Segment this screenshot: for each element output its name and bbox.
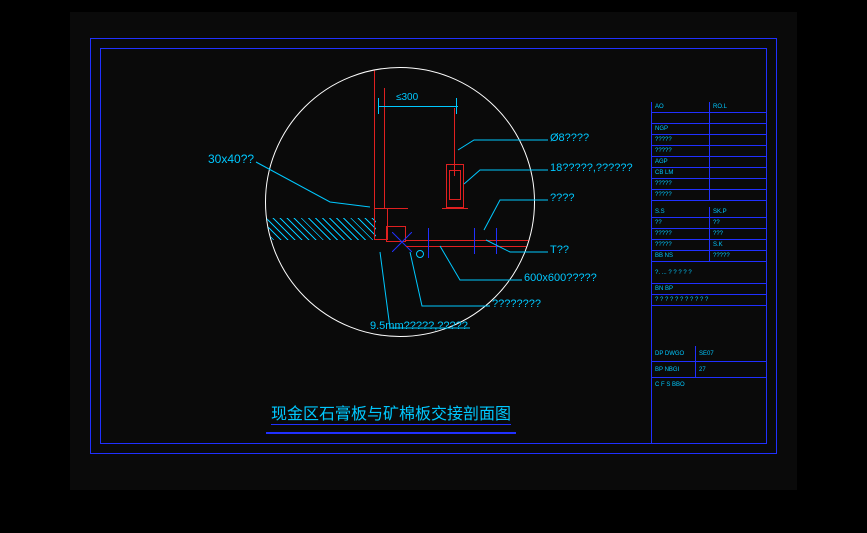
drawing-title: 现金区石膏板与矿棉板交接剖面图 [271, 406, 511, 423]
tb-cell [710, 190, 767, 200]
gypsum-hatch [266, 218, 376, 240]
hanger-fixture-inner [449, 170, 461, 200]
tb-sheet-label: BP NBGI [652, 362, 696, 377]
detail-phi-icon [416, 250, 424, 258]
junction-x-icon [392, 232, 412, 252]
tb-cell: ????? [652, 240, 710, 250]
dim-line-top [378, 106, 458, 107]
dimension-top: ≤300 [396, 92, 418, 103]
tb-cell [652, 113, 710, 123]
label-und: ???????? [492, 298, 541, 310]
hanger-base [442, 208, 468, 209]
tb-cell: AO [652, 102, 710, 112]
tb-cell: S.S [652, 207, 710, 217]
title-underline [266, 432, 516, 434]
tb-cell: ????? [710, 251, 767, 261]
tb-cell [710, 113, 767, 123]
ceiling-line [406, 240, 535, 241]
label-t: T?? [550, 244, 569, 256]
t-bar-tick [496, 228, 497, 254]
tb-cell [710, 168, 767, 178]
tb-cell: ????? [652, 146, 710, 156]
tb-mid-group: S.SSK.P ???? ???????? ?????S.K BB NS????… [652, 207, 767, 262]
label-600x600: 600x600????? [524, 272, 597, 284]
dim-tick [456, 98, 457, 114]
tb-cell: S.K [710, 240, 767, 250]
ceiling-line-2 [406, 246, 535, 247]
label-9p5: 9.5mm?????,????? [370, 320, 468, 332]
dim-tick [378, 98, 379, 114]
title-block: AORO.L NGP ????? ????? AGP CB LM ????? ?… [651, 102, 767, 444]
tick [428, 228, 429, 258]
label-30x40: 30x40?? [208, 152, 254, 166]
tb-cell: NGP [652, 124, 710, 134]
tb-cell [710, 146, 767, 156]
tb-cell: ?? [710, 218, 767, 228]
tb-cell: ????? [652, 190, 710, 200]
label-q4: ???? [550, 192, 574, 204]
detail-circle [265, 67, 535, 337]
drawing-title-box: 现金区石膏板与矿棉板交接剖面图 [266, 400, 516, 434]
tb-note: ?. ... ? ? ? ? ? [652, 262, 767, 283]
tb-cell [710, 179, 767, 189]
tb-cell: ?? [652, 218, 710, 228]
tb-cell: ????? [652, 179, 710, 189]
tb-cell: AGP [652, 157, 710, 167]
tb-cell [710, 124, 767, 134]
tb-drawno-label: DP DWGO [652, 346, 696, 361]
tb-bottom: C F S BBO [652, 378, 767, 392]
label-diam8: Ø8???? [550, 132, 589, 144]
tb-drawno: SE07 [696, 346, 767, 361]
tb-upper-group: AORO.L NGP ????? ????? AGP CB LM ????? ?… [652, 102, 767, 201]
label-18: 18?????,?????? [550, 162, 633, 174]
tb-cell: CB LM [652, 168, 710, 178]
tb-cell [710, 157, 767, 167]
tb-note: BN BP [652, 284, 767, 294]
tb-cell: RO.L [710, 102, 767, 112]
drawing-canvas: AORO.L NGP ????? ????? AGP CB LM ????? ?… [70, 12, 797, 490]
tb-cell [710, 135, 767, 145]
t-bar-tick [474, 228, 475, 254]
tb-sheet: 27 [696, 362, 767, 377]
tb-cell: BB NS [652, 251, 710, 261]
tb-cell: SK.P [710, 207, 767, 217]
tb-cell: ??? [710, 229, 767, 239]
tb-cell: ????? [652, 229, 710, 239]
tb-note: ? ? ? ? ? ? ? ? ? ? ? [652, 295, 767, 305]
tb-cell: ????? [652, 135, 710, 145]
